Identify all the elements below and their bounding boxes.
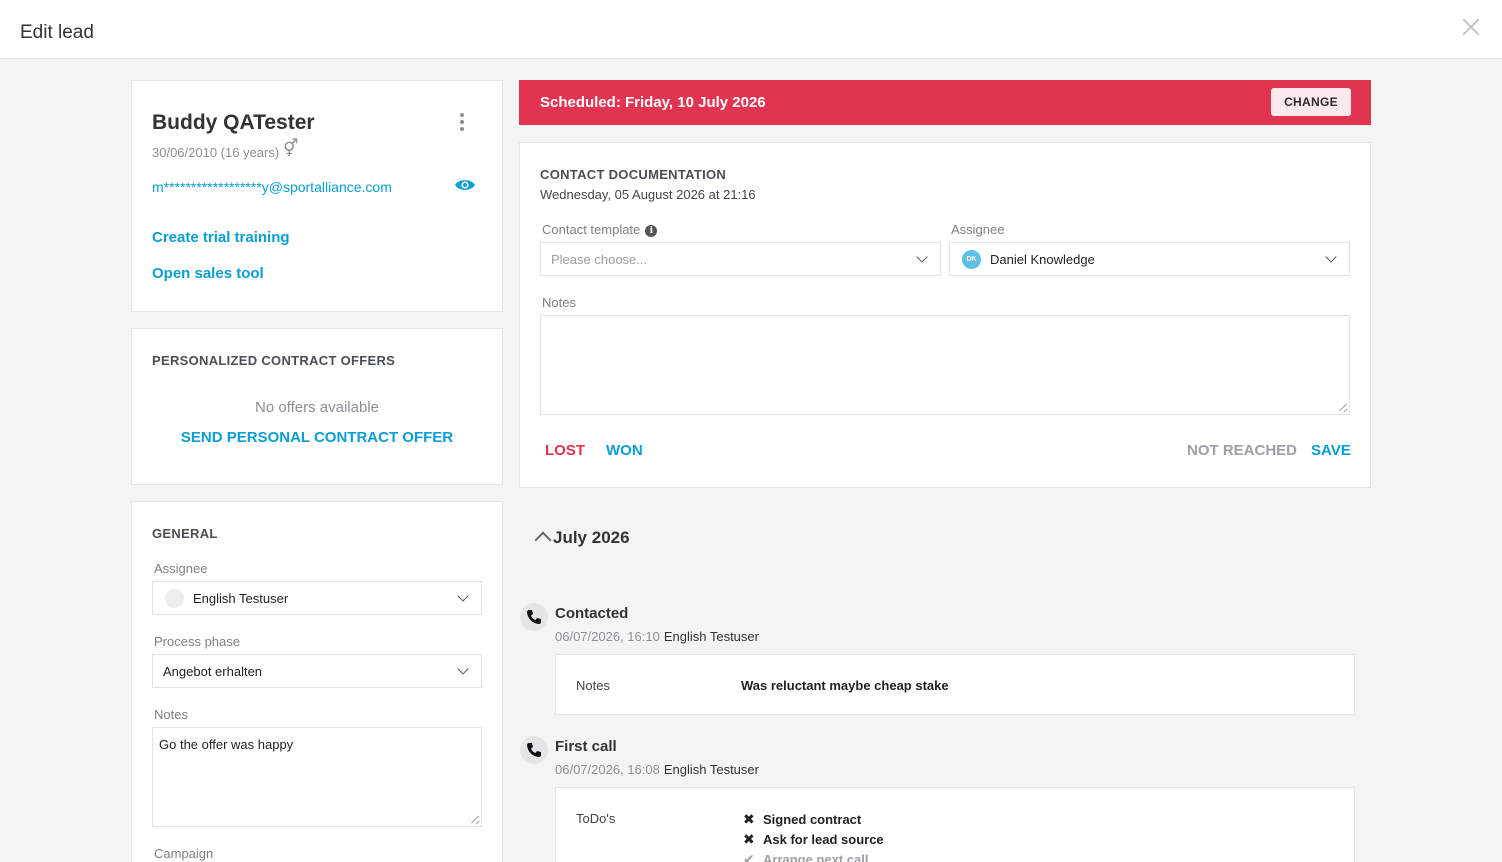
- gender-icon: ⚥: [283, 139, 299, 158]
- contact-notes-textarea[interactable]: [540, 315, 1350, 415]
- todo-item: ✖ Ask for lead source: [743, 831, 884, 847]
- contact-assignee-label: Assignee: [951, 222, 1005, 237]
- general-notes-value: Go the offer was happy: [159, 737, 294, 752]
- contact-notes-label: Notes: [542, 295, 576, 310]
- lead-profile-card: Buddy QATester 30/06/2010 (16 years) ⚥ m…: [131, 80, 503, 312]
- assignee-label: Assignee: [154, 561, 208, 576]
- chevron-down-icon: [916, 251, 928, 263]
- process-phase-label: Process phase: [154, 634, 240, 649]
- timeline-entry-title: Contacted: [555, 605, 629, 622]
- general-card: GENERAL Assignee English Testuser Proces…: [131, 501, 503, 862]
- won-button[interactable]: WON: [606, 442, 643, 459]
- phone-icon: [520, 603, 548, 631]
- process-phase-value: Angebot erhalten: [163, 664, 263, 679]
- campaign-label: Campaign: [154, 846, 214, 861]
- timeline-entry-meta: 06/07/2026, 16:08 English Testuser: [555, 762, 759, 777]
- modal-header: Edit lead: [0, 0, 1502, 59]
- check-icon: ✔: [743, 851, 755, 862]
- offers-title: PERSONALIZED CONTRACT OFFERS: [152, 353, 396, 368]
- open-sales-tool-link[interactable]: Open sales tool: [152, 265, 264, 282]
- contact-assignee-value: Daniel Knowledge: [990, 252, 1095, 267]
- timeline-entry-details: ToDo's ✖ Signed contract ✖ Ask for lead so…: [555, 787, 1355, 862]
- resize-handle-icon[interactable]: [471, 816, 479, 824]
- detail-value: Was reluctant maybe cheap stake: [741, 678, 949, 693]
- page-title: Edit lead: [20, 22, 94, 43]
- change-schedule-button[interactable]: CHANGE: [1271, 88, 1351, 116]
- assignee-select[interactable]: English Testuser: [152, 581, 482, 615]
- timeline-month[interactable]: July 2026: [553, 528, 630, 548]
- general-notes-label: Notes: [154, 707, 188, 722]
- contact-template-placeholder: Please choose...: [551, 252, 648, 267]
- todo-item: ✖ Signed contract: [743, 811, 862, 827]
- general-notes-textarea[interactable]: Go the offer was happy: [152, 727, 482, 827]
- assignee-value: English Testuser: [193, 591, 289, 606]
- contact-doc-date: Wednesday, 05 August 2026 at 21:16: [540, 187, 756, 202]
- phone-icon: [520, 736, 548, 764]
- schedule-banner: Scheduled: Friday, 10 July 2026 CHANGE: [519, 80, 1371, 125]
- no-offers-text: No offers available: [255, 399, 379, 416]
- chevron-down-icon: [457, 590, 469, 602]
- schedule-text: Scheduled: Friday, 10 July 2026: [540, 94, 766, 111]
- lost-button[interactable]: LOST: [545, 442, 585, 459]
- avatar: DK: [962, 250, 981, 269]
- close-icon[interactable]: [1460, 16, 1482, 38]
- contact-template-select[interactable]: Please choose...: [540, 242, 941, 276]
- create-trial-training-link[interactable]: Create trial training: [152, 229, 290, 246]
- send-contract-offer-button[interactable]: SEND PERSONAL CONTRACT OFFER: [132, 429, 502, 446]
- process-phase-select[interactable]: Angebot erhalten: [152, 654, 482, 688]
- avatar: [165, 589, 184, 608]
- info-icon[interactable]: i: [645, 225, 658, 237]
- detail-key: ToDo's: [576, 811, 616, 826]
- lead-birthdate: 30/06/2010 (16 years): [152, 145, 280, 160]
- not-reached-button[interactable]: NOT REACHED: [1187, 442, 1297, 459]
- cross-icon: ✖: [743, 831, 755, 847]
- save-button[interactable]: SAVE: [1311, 442, 1351, 459]
- timeline-entry-title: First call: [555, 738, 617, 755]
- lead-name: Buddy QATester: [152, 111, 315, 134]
- chevron-down-icon: [457, 663, 469, 675]
- chevron-down-icon: [1325, 251, 1337, 263]
- resize-handle-icon[interactable]: [1339, 404, 1347, 412]
- show-email-eye-icon[interactable]: [454, 178, 476, 192]
- contact-assignee-select[interactable]: DK Daniel Knowledge: [949, 242, 1350, 276]
- todo-item: ✔ Arrange next call: [743, 851, 869, 862]
- contact-documentation-card: CONTACT DOCUMENTATION Wednesday, 05 Augu…: [519, 142, 1371, 488]
- detail-key: Notes: [576, 678, 610, 693]
- cross-icon: ✖: [743, 811, 755, 827]
- contact-template-label: Contact template i: [542, 222, 658, 237]
- timeline-entry-meta: 06/07/2026, 16:10 English Testuser: [555, 629, 759, 644]
- general-title: GENERAL: [152, 526, 218, 541]
- timeline-entry-details: Notes Was reluctant maybe cheap stake: [555, 654, 1355, 715]
- lead-email[interactable]: m******************y@sportalliance.com: [152, 179, 392, 195]
- contract-offers-card: PERSONALIZED CONTRACT OFFERS No offers a…: [131, 328, 503, 485]
- chevron-up-icon[interactable]: [534, 531, 552, 549]
- more-options-icon[interactable]: [458, 113, 466, 133]
- contact-doc-title: CONTACT DOCUMENTATION: [540, 167, 727, 182]
